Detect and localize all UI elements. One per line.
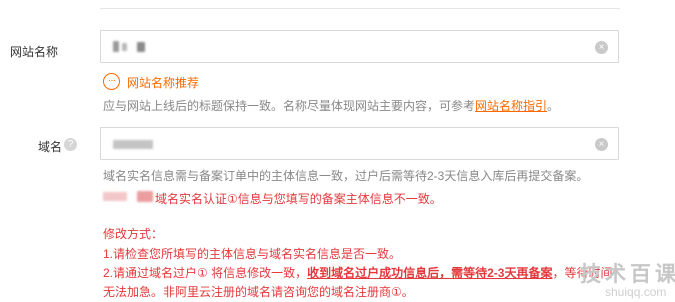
fix-step-1: 1.请检查您所填写的主体信息与域名实名信息是否一致。 <box>103 247 402 261</box>
domain-hint: 域名实名信息需与备案订单中的主体信息一致，过户后需等待2-3天信息入库后再提交备… <box>103 169 589 183</box>
help-icon[interactable]: ? <box>64 138 77 151</box>
fix-step-2-emphasis: 收到域名过户成功信息后，需等待2-3天再备案 <box>307 266 553 280</box>
fix-step-2-text: 2.请通过域名过户① 将信息修改一致， <box>103 266 308 280</box>
domain-label: 域名 <box>38 140 63 154</box>
domain-error-text: 域名实名认证①信息与您填写的备案主体信息不一致。 <box>155 192 442 206</box>
section-divider <box>100 0 620 9</box>
redacted-text <box>113 41 119 52</box>
site-name-label: 网站名称 <box>10 45 59 59</box>
site-name-hint-end: 。 <box>547 99 560 113</box>
watermark-title: 技术百课 <box>580 263 675 286</box>
recommend-icon[interactable]: ··· <box>103 73 120 90</box>
site-name-recommend-link[interactable]: 网站名称推荐 <box>127 74 199 91</box>
redacted-text <box>137 42 145 52</box>
redacted-text <box>122 43 127 51</box>
site-name-guide-link[interactable]: 网站名称指引 <box>475 99 547 113</box>
site-name-hint: 应与网站上线后的标题保持一致。名称尽量体现网站主要内容，可参考网站名称指引。 <box>103 97 559 114</box>
fix-title: 修改方式： <box>103 227 164 241</box>
site-name-input[interactable]: × <box>100 30 619 63</box>
domain-input[interactable]: × <box>100 127 619 160</box>
fix-step-2: 2.请通过域名过户① 将信息修改一致，收到域名过户成功信息后，需等待2-3天再备… <box>103 264 612 281</box>
clear-icon[interactable]: × <box>595 138 608 151</box>
watermark-url: shuiqq.com <box>605 285 667 299</box>
clear-icon[interactable]: × <box>595 41 608 54</box>
fix-step-3: 无法加急。非阿里云注册的域名请咨询您的域名注册商①。 <box>103 285 414 299</box>
site-name-hint-text: 应与网站上线后的标题保持一致。名称尽量体现网站主要内容，可参考 <box>103 99 476 113</box>
redacted-text <box>113 140 153 149</box>
redacted-domain <box>103 190 153 203</box>
